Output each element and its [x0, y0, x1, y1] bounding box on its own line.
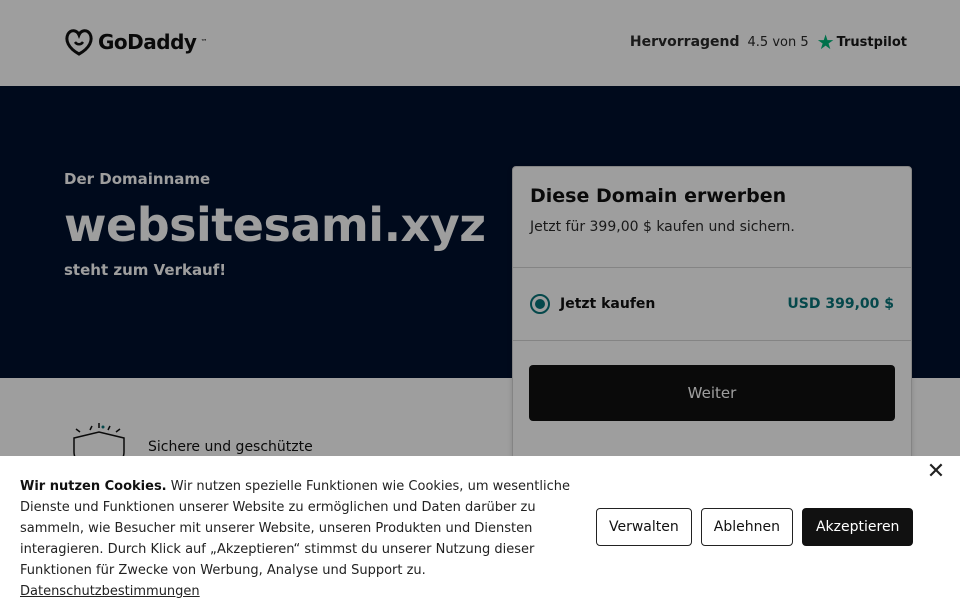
close-icon[interactable]: ✕ [926, 461, 946, 483]
manage-cookies-button[interactable]: Verwalten [596, 508, 692, 546]
cookie-banner: Wir nutzen Cookies. Wir nutzen spezielle… [0, 456, 960, 600]
accept-cookies-button[interactable]: Akzeptieren [801, 508, 914, 546]
privacy-policy-link[interactable]: Datenschutzbestimmungen [20, 584, 200, 599]
cookie-buttons: Verwalten Ablehnen Akzeptieren [596, 508, 914, 546]
reject-cookies-button[interactable]: Ablehnen [700, 508, 793, 546]
cookie-message: Wir nutzen Cookies. Wir nutzen spezielle… [20, 476, 595, 600]
cookie-heading: Wir nutzen Cookies. [20, 479, 167, 494]
